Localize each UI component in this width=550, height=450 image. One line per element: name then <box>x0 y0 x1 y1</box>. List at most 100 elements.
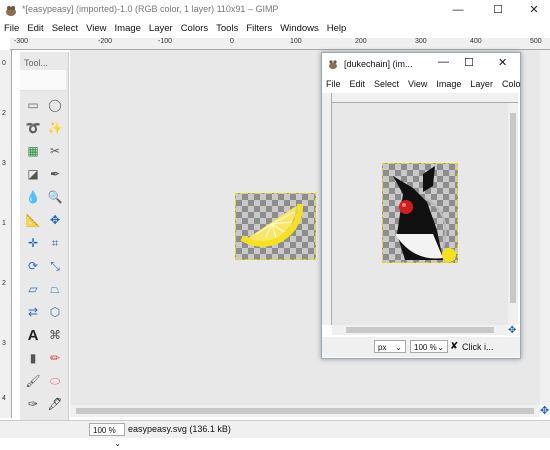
main-navigate-icon[interactable]: ✥ <box>540 404 549 417</box>
duke-window-title: [dukechain] (im... <box>344 59 413 69</box>
menu-help[interactable]: Help <box>323 22 351 36</box>
file-info: easypeasy.svg (136.1 kB) <box>128 424 231 434</box>
foreground-select-icon[interactable]: ◪ <box>24 165 42 183</box>
ruler-label: 1 <box>2 220 6 227</box>
status-bar: 100 % ⌄ easypeasy.svg (136.1 kB) <box>0 420 550 448</box>
ellipse-select-icon[interactable]: ◯ <box>46 96 64 114</box>
ruler-label: -200 <box>98 38 113 45</box>
minimize-button[interactable]: — <box>440 0 476 20</box>
maximize-button[interactable]: ☐ <box>480 0 516 20</box>
duke-vertical-scrollbar[interactable] <box>508 103 518 325</box>
ruler-label: 0 <box>2 60 6 67</box>
vertical-ruler[interactable]: 0 2 3 1 2 3 4 <box>0 50 12 418</box>
text-icon[interactable]: A <box>24 326 42 344</box>
zoom-select[interactable]: 100 % ⌄ <box>89 423 125 448</box>
menu-select[interactable]: Select <box>48 22 82 36</box>
duke-image[interactable] <box>382 163 458 263</box>
ruler-label: 400 <box>470 38 482 45</box>
menu-view[interactable]: View <box>82 22 110 36</box>
duke-menu-edit[interactable]: Edit <box>350 79 366 91</box>
ruler-label: -100 <box>158 38 173 45</box>
paths-icon[interactable]: ✒ <box>46 165 64 183</box>
perspective-icon[interactable]: ⏢ <box>46 280 64 298</box>
align-icon[interactable]: ✛ <box>24 234 42 252</box>
duke-menu-image[interactable]: Image <box>436 79 461 91</box>
main-vertical-scrollbar[interactable] <box>540 50 550 405</box>
zoom-icon[interactable]: 🔍 <box>46 188 64 206</box>
duke-image-window: [dukechain] (im... — ☐ ✕ File Edit Selec… <box>321 52 521 359</box>
duke-status-text: Click i... <box>462 342 494 352</box>
menu-layer[interactable]: Layer <box>145 22 177 36</box>
crop-icon[interactable]: ⌗ <box>46 234 64 252</box>
airbrush-icon[interactable]: ✑ <box>24 395 42 413</box>
menu-edit[interactable]: Edit <box>23 22 47 36</box>
rect-select-icon[interactable]: ▭ <box>24 96 42 114</box>
menu-filters[interactable]: Filters <box>242 22 276 36</box>
duke-zoom-select[interactable]: 100 % ⌄ <box>410 340 448 353</box>
duke-unit-select[interactable]: px ⌄ <box>374 340 406 353</box>
ruler-label: 100 <box>290 38 302 45</box>
color-picker-icon[interactable]: 💧 <box>24 188 42 206</box>
warp-icon[interactable]: ⌘ <box>46 326 64 344</box>
pencil-icon[interactable]: ✏ <box>46 349 64 367</box>
ruler-label: 500 <box>530 38 542 45</box>
ruler-label: 2 <box>2 280 6 287</box>
duke-close-button[interactable]: ✕ <box>498 56 507 69</box>
ruler-label: 200 <box>355 38 367 45</box>
menu-image[interactable]: Image <box>111 22 145 36</box>
main-horizontal-scrollbar[interactable] <box>70 405 540 417</box>
duke-title-bar: [dukechain] (im... — ☐ ✕ <box>322 53 520 75</box>
duke-menu-colors[interactable]: Colo <box>502 79 521 91</box>
toolbox-title: Tool... <box>24 58 49 68</box>
rotate-icon[interactable]: ⟳ <box>24 257 42 275</box>
duke-menu-file[interactable]: File <box>326 79 341 91</box>
ink-icon[interactable]: 🖋 <box>46 395 64 413</box>
menu-windows[interactable]: Windows <box>276 22 323 36</box>
scissors-icon[interactable]: ✂ <box>46 142 64 160</box>
ruler-label: 3 <box>2 160 6 167</box>
duke-menu-layer[interactable]: Layer <box>470 79 493 91</box>
menu-tools[interactable]: Tools <box>212 22 242 36</box>
ruler-label: -300 <box>14 38 29 45</box>
toolbox-panel: Tool... ▭◯➰✨▦✂◪✒💧🔍📐✥✛⌗⟳⤡▱⏢⇄⬡A⌘▮✏🖌⬭✑🖋⎘☝ <box>20 52 69 437</box>
flip-icon[interactable]: ⇄ <box>24 303 42 321</box>
scale-icon[interactable]: ⤡ <box>46 257 64 275</box>
menu-colors[interactable]: Colors <box>177 22 212 36</box>
shear-icon[interactable]: ▱ <box>24 280 42 298</box>
move-icon[interactable]: ✥ <box>46 211 64 229</box>
eraser-icon[interactable]: ⬭ <box>46 372 64 390</box>
window-title: *[easypeasy] (imported)-1.0 (RGB color, … <box>22 4 279 14</box>
ruler-label: 300 <box>415 38 427 45</box>
ruler-label: 2 <box>2 110 6 117</box>
toolbox-header-strip <box>20 70 66 91</box>
duke-navigate-icon[interactable]: ✥ <box>508 325 516 336</box>
lemon-image[interactable] <box>235 193 316 260</box>
ruler-label: 0 <box>230 38 234 45</box>
duke-horizontal-scrollbar[interactable] <box>332 325 508 335</box>
lasso-icon[interactable]: ➰ <box>24 119 42 137</box>
duke-horizontal-ruler[interactable] <box>332 93 518 103</box>
ruler-label: 4 <box>2 395 6 402</box>
ruler-label: 3 <box>2 340 6 347</box>
menu-file[interactable]: File <box>0 22 23 36</box>
duke-status-bar: px ⌄ 100 % ⌄ ✘ Click i... <box>322 337 520 357</box>
color-select-icon[interactable]: ▦ <box>24 142 42 160</box>
duke-vertical-ruler[interactable] <box>322 93 332 325</box>
close-button[interactable]: ✕ <box>516 0 550 20</box>
horizontal-ruler[interactable]: -300 -200 -100 0 100 200 300 400 500 <box>10 38 550 50</box>
cage-icon[interactable]: ⬡ <box>46 303 64 321</box>
duke-canvas[interactable] <box>332 103 508 325</box>
duke-pointer-icon: ✘ <box>450 341 459 352</box>
gimp-icon <box>4 3 18 17</box>
duke-minimize-button[interactable]: — <box>438 56 449 68</box>
duke-menu-view[interactable]: View <box>408 79 427 91</box>
fuzzy-select-icon[interactable]: ✨ <box>46 119 64 137</box>
duke-maximize-button[interactable]: ☐ <box>464 56 474 69</box>
title-bar: *[easypeasy] (imported)-1.0 (RGB color, … <box>0 0 550 20</box>
duke-menu-bar: File Edit Select View Image Layer Colo <box>326 79 520 91</box>
measure-icon[interactable]: 📐 <box>24 211 42 229</box>
duke-menu-select[interactable]: Select <box>374 79 399 91</box>
gimp-icon <box>327 58 339 72</box>
paintbrush-icon[interactable]: 🖌 <box>24 372 42 390</box>
blend-icon[interactable]: ▮ <box>24 349 42 367</box>
